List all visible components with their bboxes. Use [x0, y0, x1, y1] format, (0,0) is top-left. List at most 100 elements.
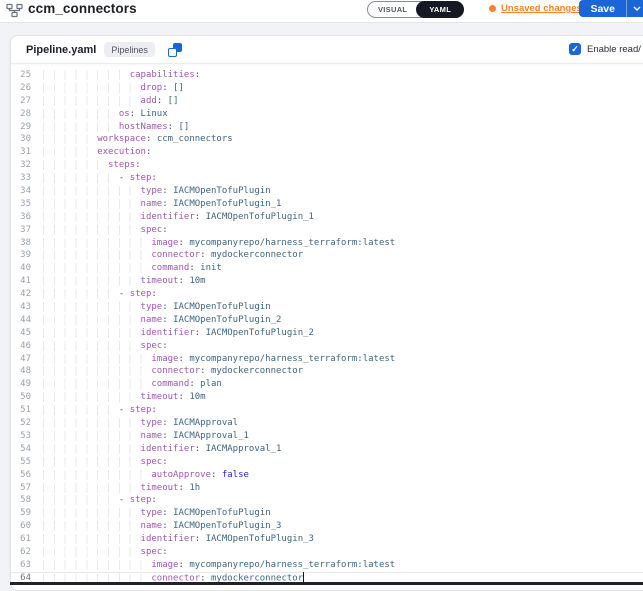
code-line[interactable]: 34 type: IACMOpenTofuPlugin — [11, 185, 643, 198]
line-number: 40 — [11, 262, 31, 275]
code-line[interactable]: 44 name: IACMOpenTofuPlugin_2 — [11, 314, 643, 327]
code-line[interactable]: 31 execution: — [11, 146, 643, 159]
code-line[interactable]: 39 connector: mydockerconnector — [11, 249, 643, 262]
code-line[interactable]: 38 image: mycompanyrepo/harness_terrafor… — [11, 237, 643, 250]
unsaved-changes-link[interactable]: Unsaved changes — [501, 3, 582, 14]
yaml-toggle-button[interactable]: YAML — [416, 1, 464, 18]
indent-guides — [43, 405, 119, 415]
code-line[interactable]: 36 identifier: IACMOpenTofuPlugin_1 — [11, 211, 643, 224]
indent-guides — [43, 521, 141, 531]
code-line[interactable]: 42 - step: — [11, 288, 643, 301]
indent-guides — [43, 315, 141, 325]
code-line[interactable]: 62 spec: — [11, 546, 643, 559]
code-line[interactable]: 26 drop: [] — [11, 82, 643, 95]
code-line-text: spec: — [43, 340, 168, 353]
code-line-text: name: IACMOpenTofuPlugin_3 — [43, 520, 281, 533]
code-line[interactable]: 61 identifier: IACMOpenTofuPlugin_3 — [11, 533, 643, 546]
code-line[interactable]: 55 spec: — [11, 456, 643, 469]
code-line[interactable]: 57 timeout: 1h — [11, 482, 643, 495]
code-line[interactable]: 54 identifier: IACMApproval_1 — [11, 443, 643, 456]
code-line-text: identifier: IACMOpenTofuPlugin_2 — [43, 327, 314, 340]
code-line[interactable]: 40 command: init — [11, 262, 643, 275]
line-number: 36 — [11, 211, 31, 224]
visual-toggle-button[interactable]: VISUAL — [368, 5, 417, 14]
indent-guides — [43, 70, 130, 80]
line-number: 35 — [11, 198, 31, 211]
code-line[interactable]: 51 - step: — [11, 404, 643, 417]
line-number: 63 — [11, 559, 31, 572]
code-line-text: identifier: IACMOpenTofuPlugin_1 — [43, 211, 314, 224]
line-number: 28 — [11, 108, 31, 121]
indent-guides — [43, 366, 151, 376]
code-line[interactable]: 56 autoApprove: false — [11, 469, 643, 482]
code-line[interactable]: 53 name: IACMApproval_1 — [11, 430, 643, 443]
indent-guides — [43, 431, 141, 441]
line-number: 43 — [11, 301, 31, 314]
code-line[interactable]: 35 name: IACMOpenTofuPlugin_1 — [11, 198, 643, 211]
code-line[interactable]: 49 command: plan — [11, 378, 643, 391]
code-line-text: spec: — [43, 546, 168, 559]
code-line[interactable]: 33 - step: — [11, 172, 643, 185]
line-number: 29 — [11, 121, 31, 134]
line-number: 58 — [11, 494, 31, 507]
indent-guides — [43, 289, 119, 299]
indent-guides — [43, 238, 151, 248]
code-line[interactable]: 27 add: [] — [11, 95, 643, 108]
indent-guides — [43, 173, 119, 183]
indent-guides — [43, 212, 141, 222]
code-line-text: image: mycompanyrepo/harness_terraform:l… — [43, 559, 395, 572]
indent-guides — [43, 134, 97, 144]
code-line-text: capabilities: — [43, 69, 200, 82]
code-line[interactable]: 32 steps: — [11, 159, 643, 172]
code-line[interactable]: 59 type: IACMOpenTofuPlugin — [11, 507, 643, 520]
indent-guides — [43, 547, 141, 557]
code-line[interactable]: 28 os: Linux — [11, 108, 643, 121]
code-line-text: spec: — [43, 456, 168, 469]
code-line[interactable]: 46 spec: — [11, 340, 643, 353]
code-line[interactable]: 45 identifier: IACMOpenTofuPlugin_2 — [11, 327, 643, 340]
copy-yaml-icon[interactable] — [168, 43, 182, 57]
code-line[interactable]: 48 connector: mydockerconnector — [11, 365, 643, 378]
code-line[interactable]: 52 type: IACMApproval — [11, 417, 643, 430]
save-dropdown-button[interactable] — [627, 6, 643, 11]
code-line[interactable]: 30 workspace: ccm_connectors — [11, 133, 643, 146]
indent-guides — [43, 199, 141, 209]
line-number: 57 — [11, 482, 31, 495]
line-number: 46 — [11, 340, 31, 353]
code-line[interactable]: 60 name: IACMOpenTofuPlugin_3 — [11, 520, 643, 533]
code-line[interactable]: 25 capabilities: — [11, 69, 643, 82]
line-number: 60 — [11, 520, 31, 533]
code-line[interactable]: 43 type: IACMOpenTofuPlugin — [11, 301, 643, 314]
unsaved-dot-icon — [489, 5, 496, 12]
code-line[interactable]: 50 timeout: 10m — [11, 391, 643, 404]
code-area[interactable]: 25 capabilities:26 drop: []27 add: []28 … — [11, 64, 643, 585]
indent-guides — [43, 379, 151, 389]
code-line-text: name: IACMApproval_1 — [43, 430, 249, 443]
indent-guides — [43, 418, 141, 428]
code-line[interactable]: 58 - step: — [11, 494, 643, 507]
indent-guides — [43, 444, 141, 454]
enable-read-checkbox[interactable]: ✓ — [569, 43, 581, 55]
code-line[interactable]: 47 image: mycompanyrepo/harness_terrafor… — [11, 353, 643, 366]
code-line-text: hostNames: [] — [43, 121, 189, 134]
indent-guides — [43, 109, 119, 119]
indent-guides — [43, 250, 151, 260]
code-line-text: add: [] — [43, 95, 179, 108]
code-line[interactable]: 41 timeout: 10m — [11, 275, 643, 288]
code-line[interactable]: 37 spec: — [11, 224, 643, 237]
indent-guides — [43, 96, 141, 106]
code-line[interactable]: 29 hostNames: [] — [11, 121, 643, 134]
line-number: 53 — [11, 430, 31, 443]
indent-guides — [43, 225, 141, 235]
unsaved-changes[interactable]: Unsaved changes — [489, 3, 582, 14]
indent-guides — [43, 470, 151, 480]
code-line[interactable]: 63 image: mycompanyrepo/harness_terrafor… — [11, 559, 643, 572]
save-button[interactable]: Save — [579, 3, 626, 15]
code-line-text: - step: — [43, 494, 157, 507]
code-line-text: type: IACMApproval — [43, 417, 238, 430]
code-line-text: identifier: IACMApproval_1 — [43, 443, 281, 456]
code-line-text: - step: — [43, 404, 157, 417]
code-line-text: workspace: ccm_connectors — [43, 133, 233, 146]
code-line-text: command: init — [43, 262, 222, 275]
code-line-text: type: IACMOpenTofuPlugin — [43, 301, 271, 314]
